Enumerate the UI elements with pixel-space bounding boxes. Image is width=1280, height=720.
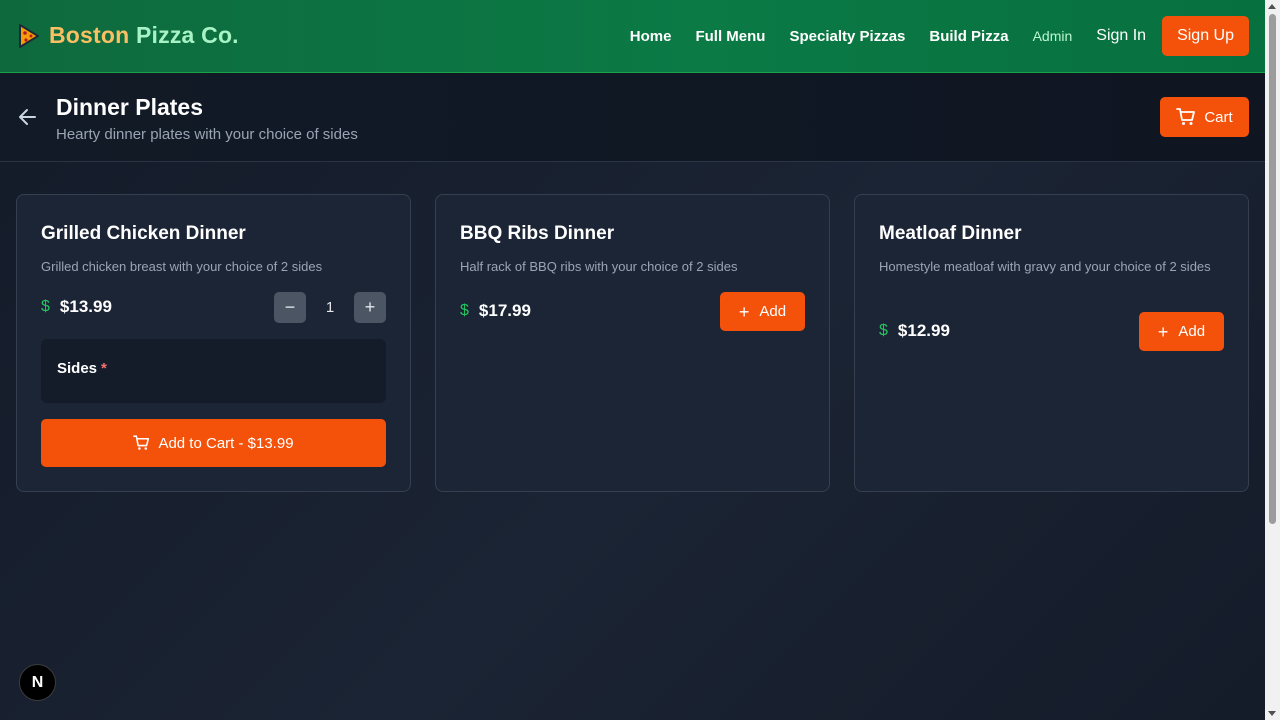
increment-button[interactable]: + [354,292,386,323]
item-description: Homestyle meatloaf with gravy and your c… [879,259,1211,274]
sides-label: Sides * [57,360,107,377]
dollar-icon: $ [41,298,50,315]
required-marker: * [101,360,107,377]
cart-button[interactable]: Cart [1160,97,1249,137]
add-label: Add [759,303,787,320]
add-label: Add [1178,323,1206,340]
nav-admin[interactable]: Admin [1033,28,1073,44]
shopping-cart-icon [1176,108,1196,125]
scroll-up-icon[interactable] [1268,4,1276,9]
nav-home[interactable]: Home [630,28,672,45]
top-navbar: Boston Pizza Co. Home Full Menu Specialt… [0,0,1265,73]
plus-icon: + [1157,321,1169,342]
scrollbar-thumb[interactable] [1269,14,1276,524]
add-to-cart-button[interactable]: Add to Cart - $13.99 [41,419,386,467]
brand-name-part1: Boston [49,22,130,48]
page-subtitle: Hearty dinner plates with your choice of… [56,126,358,143]
sides-label-text: Sides [57,360,98,377]
item-name: BBQ Ribs Dinner [460,223,615,244]
dollar-icon: $ [460,302,469,319]
nav-specialty-pizzas[interactable]: Specialty Pizzas [789,28,905,45]
item-price: $12.99 [897,321,950,340]
item-name: Meatloaf Dinner [879,223,1022,244]
shopping-cart-icon [133,435,150,450]
scroll-down-icon[interactable] [1268,711,1276,716]
sides-selector[interactable]: Sides * [41,339,386,403]
decrement-button[interactable]: − [274,292,306,323]
item-name: Grilled Chicken Dinner [41,223,246,244]
sign-in-link[interactable]: Sign In [1096,27,1146,45]
item-price: $13.99 [59,297,112,316]
quantity-value: 1 [325,299,335,316]
pizza-slice-icon [19,23,39,48]
quantity-stepper: − 1 + [274,292,386,323]
dev-tools-badge[interactable]: N [19,664,56,701]
page-header: Dinner Plates Hearty dinner plates with … [0,73,1265,162]
add-button[interactable]: + Add [1139,312,1224,351]
item-description: Half rack of BBQ ribs with your choice o… [460,259,738,274]
brand-name-part2: Pizza Co. [136,22,239,48]
brand-name: Boston Pizza Co. [49,22,239,49]
add-to-cart-label: Add to Cart - $13.99 [158,434,294,452]
nav-build-pizza[interactable]: Build Pizza [929,28,1008,45]
menu-item-card: Grilled Chicken Dinner Grilled chicken b… [16,194,411,492]
price-row: $ $13.99 [41,297,112,317]
item-description: Grilled chicken breast with your choice … [41,259,323,274]
page-title: Dinner Plates [56,94,203,120]
arrow-left-icon[interactable] [17,106,39,128]
menu-item-card: Meatloaf Dinner Homestyle meatloaf with … [854,194,1249,492]
dollar-icon: $ [879,322,888,339]
add-button[interactable]: + Add [720,292,805,331]
nav-full-menu[interactable]: Full Menu [695,28,765,45]
plus-icon: + [738,301,750,322]
price-row: $ $17.99 [460,301,531,321]
menu-item-card: BBQ Ribs Dinner Half rack of BBQ ribs wi… [435,194,830,492]
item-price: $17.99 [478,301,531,320]
vertical-scrollbar[interactable] [1265,0,1280,720]
main-nav: Home Full Menu Specialty Pizzas Build Pi… [630,16,1249,56]
price-row: $ $12.99 [879,321,950,341]
sign-up-button[interactable]: Sign Up [1162,16,1249,56]
brand-logo[interactable]: Boston Pizza Co. [18,22,239,49]
cart-label: Cart [1204,108,1233,126]
